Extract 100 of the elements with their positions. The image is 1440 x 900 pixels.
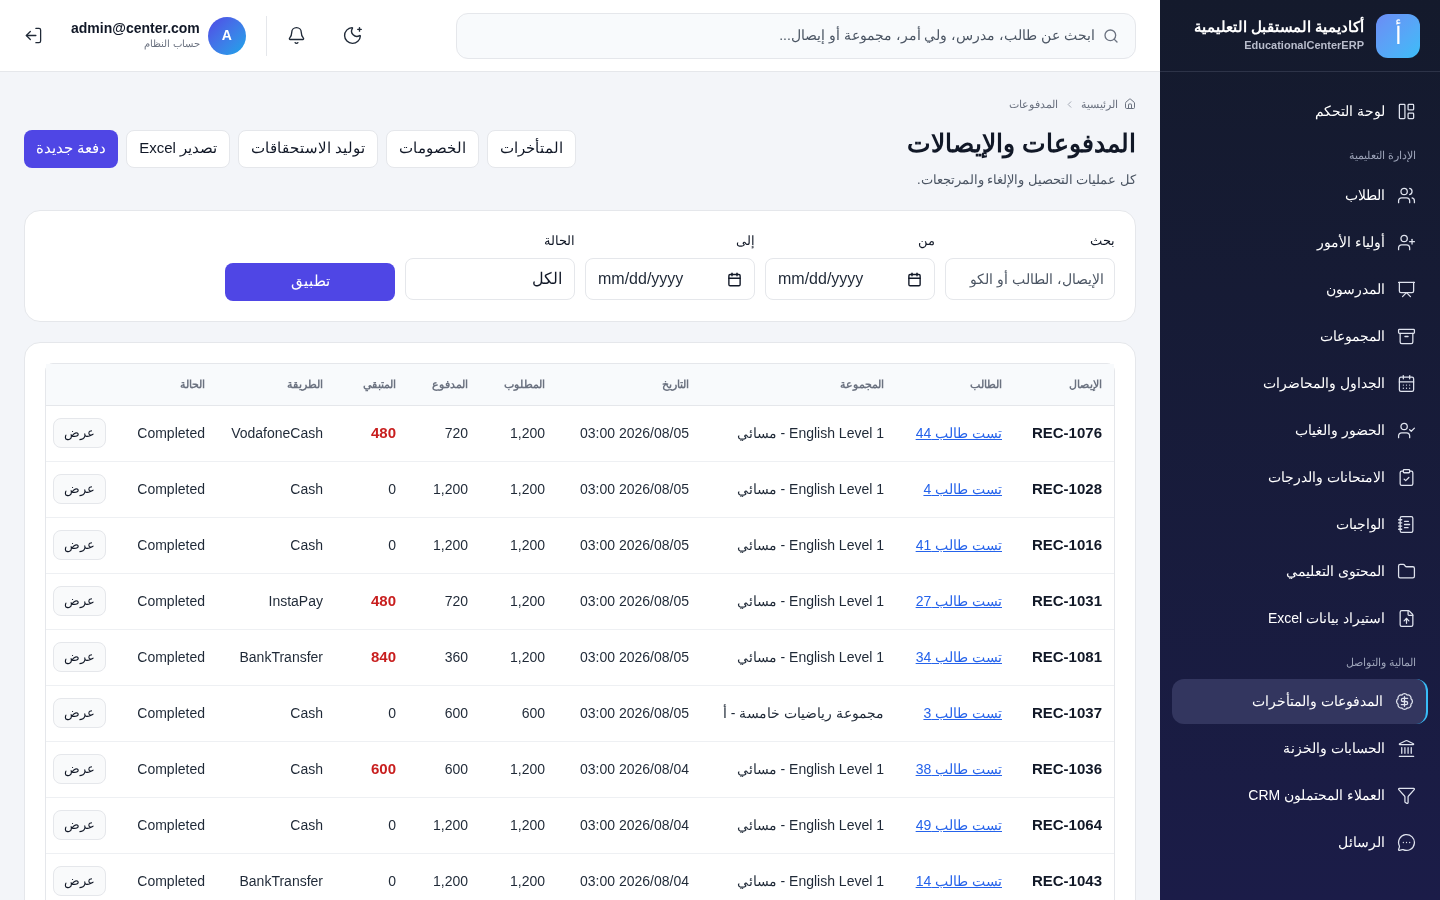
- sidebar-item[interactable]: الحسابات والخزنة: [1172, 726, 1428, 771]
- home-icon: [1124, 98, 1136, 111]
- amount-cell: 1,200: [480, 573, 557, 630]
- sidebar-item[interactable]: العملاء المحتملون CRM: [1172, 773, 1428, 818]
- receipt-cell: REC-1037: [1014, 685, 1114, 742]
- sidebar-item[interactable]: المدرسون: [1172, 266, 1428, 312]
- breadcrumb-link[interactable]: الرئيسية: [1081, 96, 1118, 113]
- status-cell: Completed: [122, 573, 217, 630]
- dark-mode-icon[interactable]: [341, 25, 363, 46]
- receipt-cell: REC-1028: [1014, 461, 1114, 518]
- amount-cell: 1,200: [408, 517, 480, 574]
- view-button[interactable]: عرض: [53, 474, 106, 504]
- sidebar-section-title: الإدارة التعليمية: [1347, 148, 1417, 164]
- remaining-cell: 0: [335, 517, 408, 574]
- column-header: الطريقة: [217, 363, 335, 406]
- amount-cell: 1,200: [480, 853, 557, 900]
- notification-icon[interactable]: [286, 26, 306, 45]
- sidebar-item[interactable]: الطلاب: [1172, 172, 1428, 218]
- people-icon: [1397, 185, 1416, 205]
- status-cell: Completed: [122, 797, 217, 854]
- view-button[interactable]: عرض: [53, 810, 106, 840]
- action-button[interactable]: الخصومات: [386, 129, 480, 168]
- user-avatar[interactable]: A: [207, 16, 246, 55]
- field-label: الحالة: [543, 231, 575, 250]
- action-button[interactable]: توليد الاستحقاقات: [238, 129, 379, 168]
- sidebar-item[interactable]: الرسائل: [1172, 820, 1428, 865]
- amount-cell: 600: [408, 685, 480, 742]
- sidebar-item[interactable]: الامتحانات والدرجات: [1172, 454, 1428, 500]
- sidebar-item[interactable]: الحضور والغياب: [1172, 407, 1428, 453]
- clipboard-check-icon: [1397, 467, 1416, 487]
- date-cell: 2026/08/05 03:00: [557, 629, 701, 686]
- view-button[interactable]: عرض: [53, 754, 106, 784]
- sidebar-item[interactable]: استيراد بيانات Excel: [1172, 595, 1428, 641]
- view-button[interactable]: عرض: [53, 418, 106, 448]
- method-cell: Cash: [217, 685, 335, 742]
- column-header: المجموعة: [701, 363, 896, 406]
- status-cell: Completed: [122, 741, 217, 798]
- brand-logo: أ: [1376, 13, 1420, 58]
- logout-icon[interactable]: [24, 26, 43, 45]
- method-cell: Cash: [217, 741, 335, 798]
- date-cell: 2026/08/05 03:00: [557, 685, 701, 742]
- calendar-icon: [727, 271, 742, 287]
- student-link[interactable]: تست طالب 41: [915, 536, 1002, 553]
- method-cell: Cash: [217, 797, 335, 854]
- student-link[interactable]: تست طالب 3: [923, 704, 1002, 721]
- date-cell: 2026/08/05 03:00: [557, 517, 701, 574]
- student-link[interactable]: تست طالب 27: [915, 592, 1002, 609]
- brand-name: أكاديمية المستقبل التعليمية: [1193, 17, 1364, 38]
- view-button[interactable]: عرض: [53, 866, 106, 896]
- amount-cell: 600: [408, 741, 480, 798]
- group-cell: English Level 1 - مسائي: [701, 461, 896, 518]
- field-label: بحث: [1089, 231, 1115, 250]
- person-check-icon: [1397, 420, 1416, 440]
- action-button[interactable]: تصدير Excel: [126, 129, 231, 168]
- group-cell: English Level 1 - مسائي: [701, 741, 896, 798]
- view-button[interactable]: عرض: [53, 586, 106, 616]
- status-cell: Completed: [122, 517, 217, 574]
- date-field[interactable]: mm/dd/yyyy: [765, 258, 935, 300]
- search-field[interactable]: الإيصال، الطالب أو الكو: [945, 258, 1115, 300]
- sidebar-item[interactable]: الجداول والمحاضرات: [1172, 360, 1428, 406]
- sidebar-item[interactable]: الواجبات: [1172, 501, 1428, 547]
- column-header: الإيصال: [1014, 363, 1114, 406]
- column-header: المدفوع: [408, 363, 480, 406]
- user-role: حساب النظام: [143, 36, 200, 52]
- student-link[interactable]: تست طالب 14: [915, 872, 1002, 889]
- group-cell: English Level 1 - مسائي: [701, 853, 896, 900]
- group-cell: English Level 1 - مسائي: [701, 629, 896, 686]
- amount-cell: 1,200: [408, 461, 480, 518]
- sidebar-item[interactable]: لوحة التحكم: [1172, 89, 1428, 134]
- method-cell: BankTransfer: [217, 853, 335, 900]
- view-button[interactable]: عرض: [53, 530, 106, 560]
- amount-cell: 1,200: [480, 797, 557, 854]
- date-field[interactable]: mm/dd/yyyy: [585, 258, 755, 300]
- search-icon: [1103, 27, 1119, 44]
- calendar-icon: [907, 271, 922, 287]
- student-link[interactable]: تست طالب 4: [923, 480, 1002, 497]
- receipt-cell: REC-1076: [1014, 405, 1114, 462]
- status-select[interactable]: الكل: [405, 258, 575, 300]
- method-cell: InstaPay: [217, 573, 335, 630]
- student-link[interactable]: تست طالب 34: [915, 648, 1002, 665]
- amount-cell: 1,200: [480, 629, 557, 686]
- status-cell: Completed: [122, 853, 217, 900]
- student-link[interactable]: تست طالب 38: [915, 760, 1002, 777]
- field-label: من: [917, 231, 935, 250]
- sidebar-section-title: المالية والتواصل: [1344, 654, 1417, 671]
- sidebar-item[interactable]: أولياء الأمور: [1172, 219, 1428, 265]
- view-button[interactable]: عرض: [53, 642, 106, 672]
- search-field[interactable]: ابحث عن طالب، مدرس، ولي أمر، مجموعة أو إيصال...: [456, 12, 1136, 59]
- remaining-cell: 0: [335, 797, 408, 854]
- remaining-cell: 480: [335, 573, 408, 630]
- sidebar-item[interactable]: المحتوى التعليمي: [1172, 548, 1428, 594]
- apply-button[interactable]: تطبيق: [225, 262, 395, 301]
- view-button[interactable]: عرض: [53, 698, 106, 728]
- sidebar-item[interactable]: المدفوعات والمتأخرات: [1172, 679, 1428, 724]
- remaining-cell: 600: [335, 741, 408, 798]
- sidebar-item[interactable]: المجموعات: [1172, 313, 1428, 359]
- student-link[interactable]: تست طالب 49: [915, 816, 1002, 833]
- new-payment-button[interactable]: دفعة جديدة: [24, 129, 119, 168]
- action-button[interactable]: المتأخرات: [487, 129, 577, 168]
- student-link[interactable]: تست طالب 44: [915, 424, 1002, 441]
